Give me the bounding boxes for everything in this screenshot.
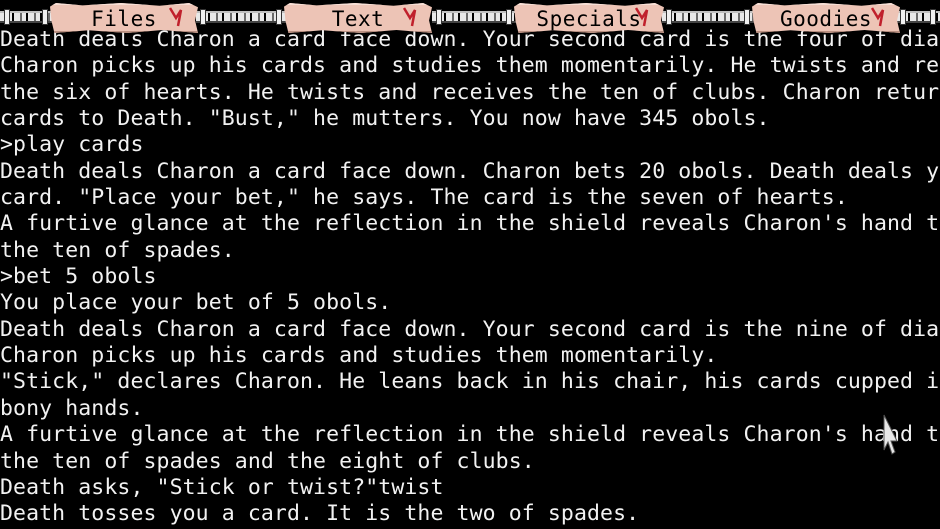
goodies-menu[interactable]: Goodies: [752, 3, 900, 33]
transcript-line: "Stick," declares Charon. He leans back …: [0, 369, 940, 395]
transcript-line: You place your bet of 5 obols.: [0, 290, 392, 316]
chain-icon: [662, 9, 754, 25]
transcript-line: Charon picks up his cards and studies th…: [0, 343, 718, 369]
transcript-line: the ten of spades.: [0, 237, 235, 263]
red-tick-icon: [169, 6, 183, 28]
transcript-line: A furtive glance at the reflection in th…: [0, 422, 940, 448]
files-menu[interactable]: Files: [50, 3, 198, 33]
text-menu[interactable]: Text: [284, 3, 432, 33]
text-menu-label: Text: [331, 6, 385, 31]
transcript-line: card. "Place your bet," he says. The car…: [0, 185, 848, 211]
menu-bar: Files Text Specials Goodies: [0, 0, 940, 34]
specials-menu[interactable]: Specials: [514, 3, 664, 33]
chain-icon: [432, 9, 516, 25]
transcript-line: the ten of spades and the eight of clubs…: [0, 448, 535, 474]
red-tick-icon: [635, 6, 649, 28]
arrow-cursor-icon: [882, 414, 898, 456]
chain-icon: [896, 9, 940, 25]
chain-icon: [196, 9, 286, 25]
transcript-line: bony hands.: [0, 395, 144, 421]
input-line[interactable]: Death asks, "Stick or twist?"twist: [0, 475, 940, 501]
command-line: >play cards: [0, 132, 144, 158]
transcript-line: Death deals Charon a card face down. Cha…: [0, 158, 940, 184]
specials-menu-label: Specials: [536, 6, 642, 31]
chain-icon: [0, 9, 52, 25]
goodies-menu-label: Goodies: [779, 6, 872, 31]
transcript-line: Death tosses you a card. It is the two o…: [0, 501, 640, 527]
red-tick-icon: [403, 6, 417, 28]
transcript-line: A furtive glance at the reflection in th…: [0, 211, 940, 237]
command-line: >bet 5 obols: [0, 264, 157, 290]
files-menu-label: Files: [91, 6, 157, 31]
transcript-line: cards to Death. "Bust," he mutters. You …: [0, 106, 770, 132]
transcript-line: the six of hearts. He twists and receive…: [0, 79, 940, 105]
transcript-line: Charon picks up his cards and studies th…: [0, 53, 940, 79]
transcript-line: Death deals Charon a card face down. You…: [0, 316, 940, 342]
red-tick-icon: [871, 6, 885, 28]
transcript-window[interactable]: Death deals Charon a card face down. You…: [0, 27, 940, 528]
game-screen: Files Text Specials Goodies Death deals …: [0, 0, 940, 529]
